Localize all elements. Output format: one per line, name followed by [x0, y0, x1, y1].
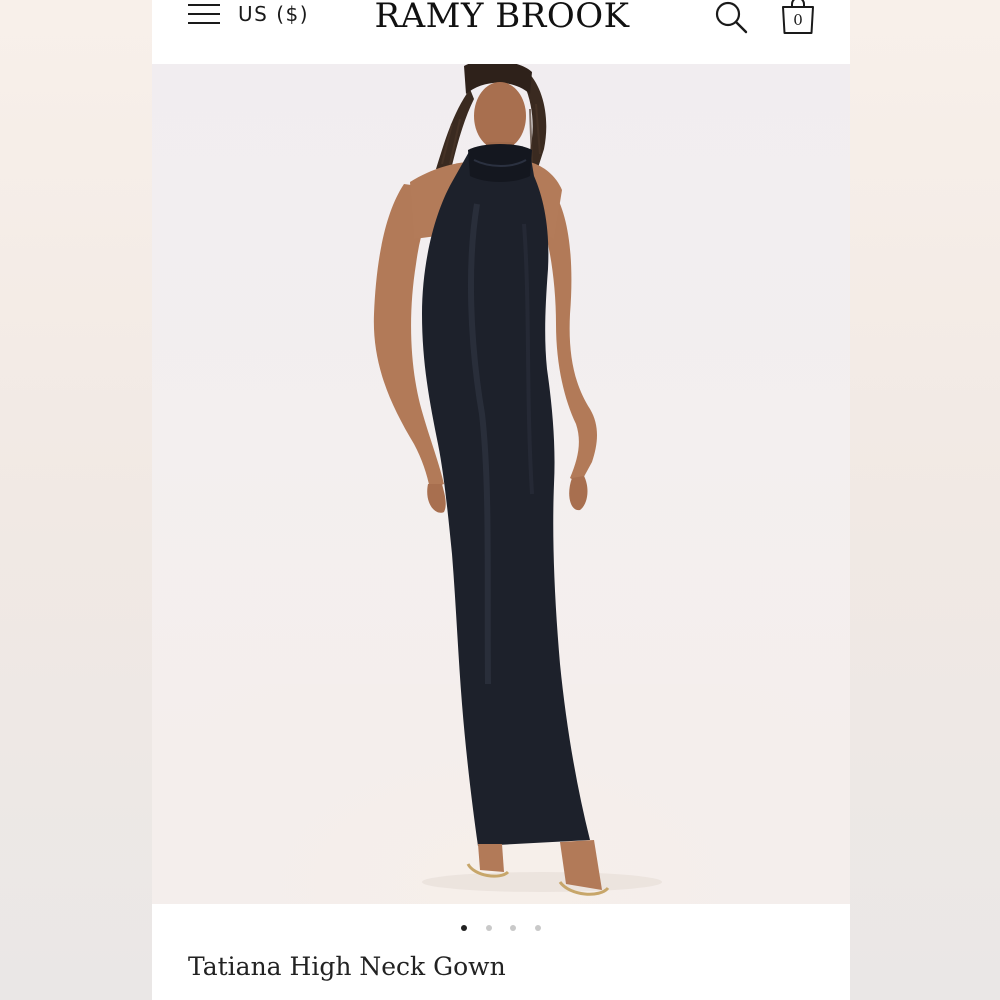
brand-logo[interactable]: RAMY BROOK	[352, 0, 652, 36]
backdrop-left	[0, 0, 152, 1000]
carousel-dot-1[interactable]	[461, 924, 468, 931]
currency-selector[interactable]: US ($)	[238, 2, 309, 26]
product-title: Tatiana High Neck Gown	[188, 952, 506, 981]
backdrop-right	[850, 0, 1000, 1000]
carousel-dot-4[interactable]	[534, 924, 541, 931]
product-image[interactable]	[152, 64, 850, 904]
site-header: US ($) RAMY BROOK 0	[152, 0, 850, 64]
hamburger-menu-icon[interactable]	[188, 4, 220, 26]
model-in-gown-illustration	[373, 64, 662, 896]
mobile-screen: US ($) RAMY BROOK 0 Tatiana High Neck Go…	[152, 0, 850, 1000]
carousel-dot-3[interactable]	[510, 924, 517, 931]
cart-count: 0	[793, 11, 803, 29]
shopping-bag-icon[interactable]: 0	[780, 0, 816, 36]
search-icon[interactable]	[714, 0, 748, 34]
image-carousel-indicators	[152, 919, 850, 933]
carousel-dot-2[interactable]	[485, 924, 492, 931]
